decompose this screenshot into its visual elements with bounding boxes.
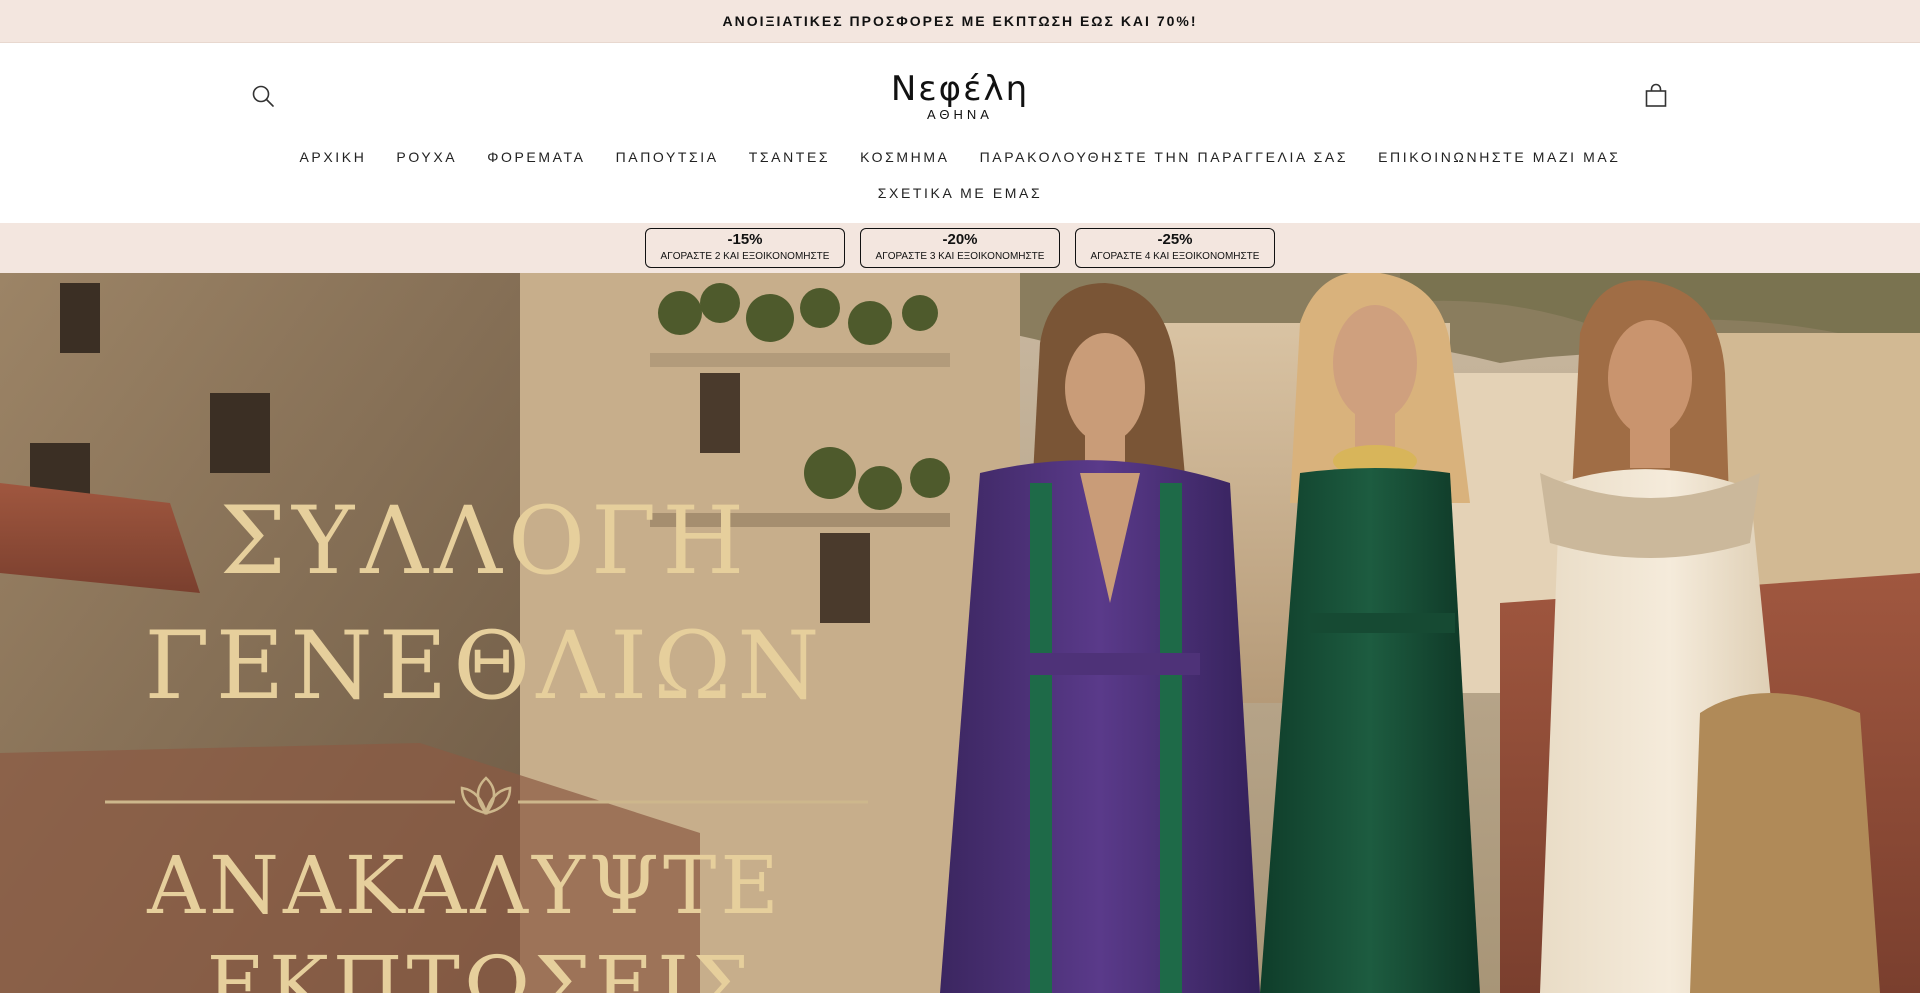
promo-percent: -20% xyxy=(942,231,978,248)
hero-title-line4: ΕΚΠΤΩΣΕΙΣ xyxy=(207,939,754,993)
hero-image: ΣΥΛΛΟΓΗ ΓΕΝΕΘΛΙΩΝ ΑΝΑΚΑΛΥΨΤΕ ΕΚΠΤΩΣΕΙΣ xyxy=(0,273,1920,993)
nav-item-clothes[interactable]: ΡΟΥΧΑ xyxy=(381,149,472,165)
nav-item-shoes[interactable]: ΠΑΠΟΥΤΣΙΑ xyxy=(601,149,734,165)
promo-text: ΑΓΟΡΑΣΤΕ 2 ΚΑΙ ΕΞΟΙΚΟΝΟΜΗΣΤΕ xyxy=(660,251,830,262)
nav-row-1: ΑΡΧΙΚΗ ΡΟΥΧΑ ΦΟΡΕΜΑΤΑ ΠΑΠΟΥΤΣΙΑ ΤΣΑΝΤΕΣ … xyxy=(0,139,1920,175)
shopping-bag-icon xyxy=(1645,83,1667,107)
nav-item-bags[interactable]: ΤΣΑΝΤΕΣ xyxy=(734,149,845,165)
nav-item-jewelry[interactable]: ΚΟΣΜΗΜΑ xyxy=(845,149,964,165)
hero-title-line2: ΓΕΝΕΘΛΙΩΝ xyxy=(145,612,826,721)
site-header: Νεφέλη ΑΘΗΝΑ ΑΡΧΙΚΗ ΡΟΥΧΑ ΦΟΡΕΜΑΤΑ ΠΑΠΟΥ… xyxy=(0,43,1920,223)
nav-item-about[interactable]: ΣΧΕΤΙΚΑ ΜΕ ΕΜΑΣ xyxy=(863,185,1057,201)
promo-buy-4[interactable]: -25% ΑΓΟΡΑΣΤΕ 4 ΚΑΙ ΕΞΟΙΚΟΝΟΜΗΣΤΕ xyxy=(1075,228,1275,268)
announcement-bar: ΑΝΟΙΞΙΑΤΙΚΕΣ ΠΡΟΣΦΟΡΕΣ ΜΕ ΕΚΠΤΩΣΗ ΕΩΣ ΚΑ… xyxy=(0,0,1920,43)
promo-text: ΑΓΟΡΑΣΤΕ 3 ΚΑΙ ΕΞΟΙΚΟΝΟΜΗΣΤΕ xyxy=(875,251,1045,262)
hero-banner[interactable]: ΣΥΛΛΟΓΗ ΓΕΝΕΘΛΙΩΝ ΑΝΑΚΑΛΥΨΤΕ ΕΚΠΤΩΣΕΙΣ xyxy=(0,273,1920,993)
search-icon xyxy=(252,85,274,107)
promo-bar: -15% ΑΓΟΡΑΣΤΕ 2 ΚΑΙ ΕΞΟΙΚΟΝΟΜΗΣΤΕ -20% Α… xyxy=(0,223,1920,273)
promo-text: ΑΓΟΡΑΣΤΕ 4 ΚΑΙ ΕΞΟΙΚΟΝΟΜΗΣΤΕ xyxy=(1090,251,1260,262)
hero-title-line1: ΣΥΛΛΟΓΗ xyxy=(220,487,751,596)
nav-item-contact[interactable]: ΕΠΙΚΟΙΝΩΝΗΣΤΕ ΜΑΖΙ ΜΑΣ xyxy=(1363,149,1635,165)
main-navigation: ΑΡΧΙΚΗ ΡΟΥΧΑ ΦΟΡΕΜΑΤΑ ΠΑΠΟΥΤΣΙΑ ΤΣΑΝΤΕΣ … xyxy=(0,139,1920,211)
hero-title-line3: ΑΝΑΚΑΛΥΨΤΕ xyxy=(146,839,783,932)
logo-sub-text: ΑΘΗΝΑ xyxy=(927,107,993,122)
nav-row-2: ΣΧΕΤΙΚΑ ΜΕ ΕΜΑΣ xyxy=(0,175,1920,211)
nav-item-track-order[interactable]: ΠΑΡΑΚΟΛΟΥΘΗΣΤΕ ΤΗΝ ΠΑΡΑΓΓΕΛΙΑ ΣΑΣ xyxy=(965,149,1364,165)
announcement-text: ΑΝΟΙΞΙΑΤΙΚΕΣ ΠΡΟΣΦΟΡΕΣ ΜΕ ΕΚΠΤΩΣΗ ΕΩΣ ΚΑ… xyxy=(722,13,1198,29)
promo-buy-2[interactable]: -15% ΑΓΟΡΑΣΤΕ 2 ΚΑΙ ΕΞΟΙΚΟΝΟΜΗΣΤΕ xyxy=(645,228,845,268)
nav-item-dresses[interactable]: ΦΟΡΕΜΑΤΑ xyxy=(472,149,600,165)
cart-button[interactable] xyxy=(1643,83,1669,109)
promo-percent: -15% xyxy=(727,231,763,248)
nav-item-home[interactable]: ΑΡΧΙΚΗ xyxy=(284,149,381,165)
logo-main-text: Νεφέλη xyxy=(890,69,1030,109)
promo-buy-3[interactable]: -20% ΑΓΟΡΑΣΤΕ 3 ΚΑΙ ΕΞΟΙΚΟΝΟΜΗΣΤΕ xyxy=(860,228,1060,268)
site-logo[interactable]: Νεφέλη ΑΘΗΝΑ xyxy=(860,71,1060,122)
promo-percent: -25% xyxy=(1157,231,1193,248)
search-button[interactable] xyxy=(250,83,276,109)
